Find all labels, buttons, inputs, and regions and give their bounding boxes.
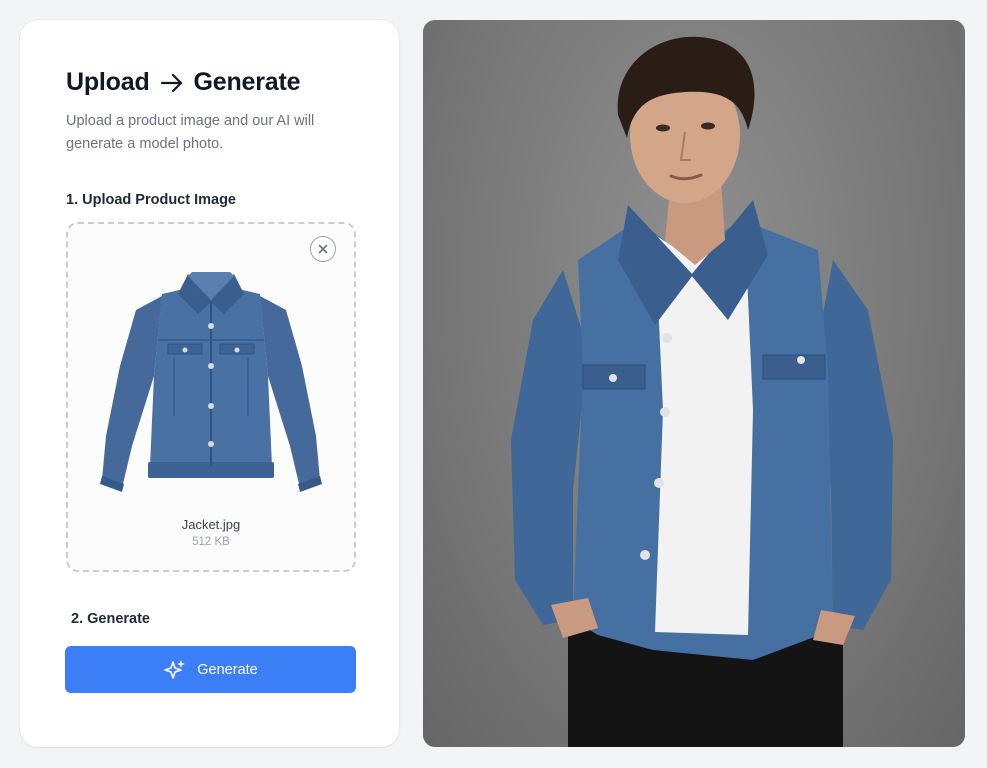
upload-dropzone[interactable]: Jacket.jpg 512 KB [66, 222, 356, 572]
remove-file-button[interactable] [310, 236, 336, 262]
page-title: Upload Generate [66, 68, 301, 97]
description: Upload a product image and our AI will g… [66, 113, 315, 152]
generate-button[interactable]: Generate [65, 646, 356, 693]
generated-model-photo [423, 20, 965, 747]
step-generate-label: 2. Generate [71, 611, 150, 627]
file-size: 512 KB [192, 536, 230, 548]
sparkles-icon [164, 659, 186, 679]
upload-panel: Upload Generate Upload a product image a… [20, 20, 399, 747]
product-image [100, 272, 322, 492]
title-upload: Upload [66, 68, 150, 96]
model-photo-illustration [511, 36, 893, 747]
arrow-right-icon [160, 73, 182, 92]
title-generate: Generate [193, 68, 301, 96]
step-upload-label: 1. Upload Product Image [66, 192, 236, 208]
generate-button-label: Generate [197, 661, 258, 678]
close-icon [318, 244, 328, 254]
file-name: Jacket.jpg [181, 517, 241, 532]
